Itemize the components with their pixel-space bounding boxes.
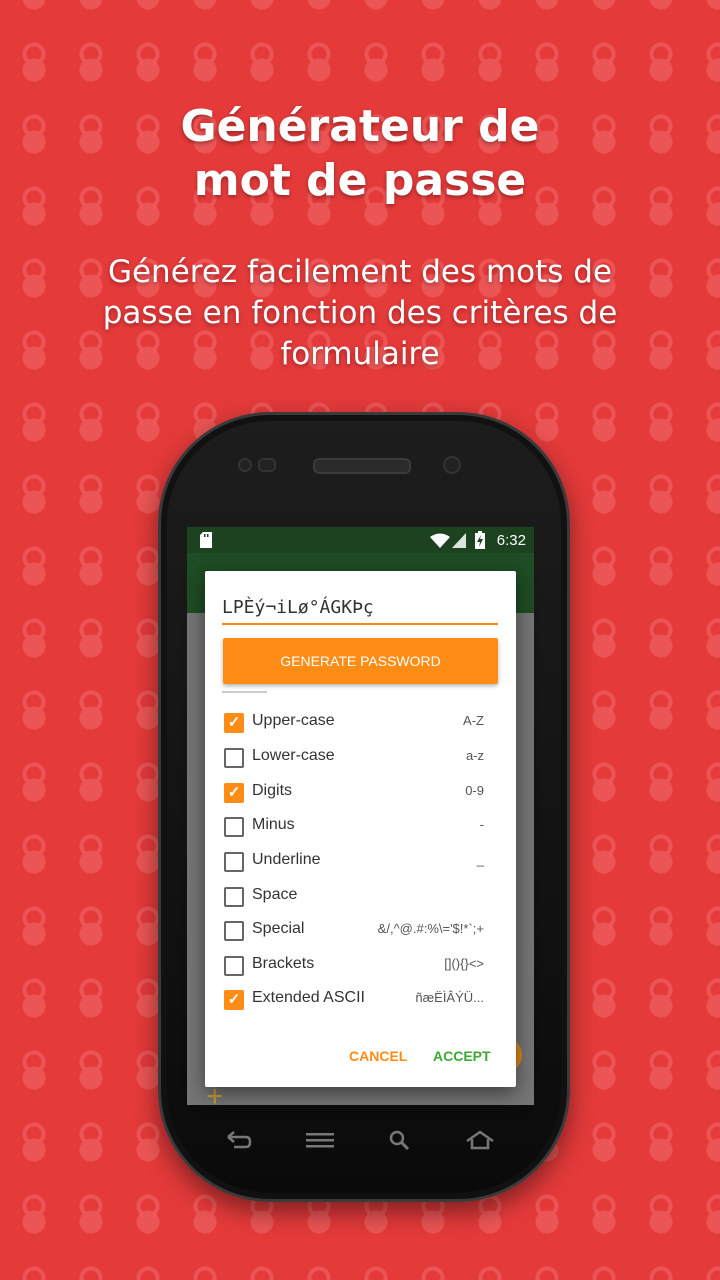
option-label: Minus: [252, 816, 295, 833]
option-space[interactable]: ✓ Space: [224, 883, 484, 913]
digits-checkbox[interactable]: ✓: [224, 783, 244, 803]
extended-ascii-checkbox[interactable]: ✓: [224, 990, 244, 1010]
check-icon: ✓: [227, 991, 241, 1008]
search-icon[interactable]: [388, 1130, 412, 1150]
option-label: Digits: [252, 782, 293, 799]
promo-subtitle-line-2: passe en fonction des critères de: [102, 295, 618, 331]
option-special[interactable]: ✓ Special &/,^@.#:%\='$!*`;+: [224, 917, 484, 947]
brackets-checkbox[interactable]: ✓: [224, 956, 244, 976]
option-chars: 0-9: [465, 783, 484, 798]
signal-icon: [452, 533, 466, 548]
sd-card-icon: [200, 532, 212, 548]
option-chars: [](){}<>: [444, 956, 484, 971]
status-time: 6:32: [496, 532, 526, 549]
accept-button[interactable]: ACCEPT: [433, 1048, 491, 1064]
promo-title: Générateur de mot de passe: [0, 100, 720, 208]
phone-speaker: [313, 458, 411, 474]
option-chars: _: [476, 852, 484, 867]
option-chars: A-Z: [463, 713, 484, 728]
option-brackets[interactable]: ✓ Brackets [](){}<>: [224, 952, 484, 982]
back-icon[interactable]: [226, 1130, 252, 1150]
option-underline[interactable]: ✓ Underline _: [224, 848, 484, 878]
promo-subtitle: Générez facilement des mots de passe en …: [60, 252, 660, 375]
wifi-icon: [430, 533, 450, 548]
option-label: Special: [252, 920, 305, 937]
upper-case-checkbox[interactable]: ✓: [224, 713, 244, 733]
phone-sensor: [258, 458, 276, 472]
option-label: Extended ASCII: [252, 989, 365, 1006]
option-label: Lower-case: [252, 747, 335, 764]
option-chars: -: [479, 817, 484, 832]
special-checkbox[interactable]: ✓: [224, 921, 244, 941]
option-chars: ñæËÌÂÝÜ...: [415, 990, 484, 1005]
option-upper-case[interactable]: ✓ Upper-case A-Z: [224, 709, 484, 739]
option-label: Space: [252, 886, 298, 903]
option-extended-ascii[interactable]: ✓ Extended ASCII ñæËÌÂÝÜ...: [224, 986, 484, 1016]
lower-case-checkbox[interactable]: ✓: [224, 748, 244, 768]
space-checkbox[interactable]: ✓: [224, 887, 244, 907]
menu-icon[interactable]: [306, 1130, 334, 1150]
option-lower-case[interactable]: ✓ Lower-case a-z: [224, 744, 484, 774]
promo-subtitle-line-1: Générez facilement des mots de: [107, 254, 613, 290]
password-field[interactable]: LPÈý¬iLø°ÁGKÞç: [222, 595, 498, 625]
cancel-button[interactable]: CANCEL: [349, 1048, 407, 1064]
promo-title-line-1: Générateur de: [180, 101, 540, 152]
option-chars: a-z: [465, 748, 484, 763]
phone-sensor: [238, 458, 252, 472]
option-minus[interactable]: ✓ Minus -: [224, 813, 484, 843]
phone-front-camera: [443, 456, 461, 474]
battery-icon: [475, 531, 485, 549]
option-label: Underline: [252, 851, 321, 868]
option-label: Brackets: [252, 955, 315, 972]
minus-checkbox[interactable]: ✓: [224, 817, 244, 837]
generate-password-button[interactable]: GENERATE PASSWORD: [223, 638, 498, 684]
check-icon: ✓: [227, 714, 241, 731]
promo-title-line-2: mot de passe: [193, 155, 527, 206]
underline-checkbox[interactable]: ✓: [224, 852, 244, 872]
password-generator-dialog: LPÈý¬iLø°ÁGKÞç GENERATE PASSWORD ✓ Upper…: [205, 571, 516, 1087]
status-bar: 6:32: [187, 527, 534, 553]
home-icon[interactable]: [465, 1130, 495, 1150]
option-chars: &/,^@.#:%\='$!*`;+: [377, 921, 484, 936]
divider: [222, 691, 267, 693]
promo-subtitle-line-3: formulaire: [280, 336, 440, 372]
option-label: Upper-case: [252, 712, 335, 729]
check-icon: ✓: [227, 784, 241, 801]
option-digits[interactable]: ✓ Digits 0-9: [224, 779, 484, 809]
